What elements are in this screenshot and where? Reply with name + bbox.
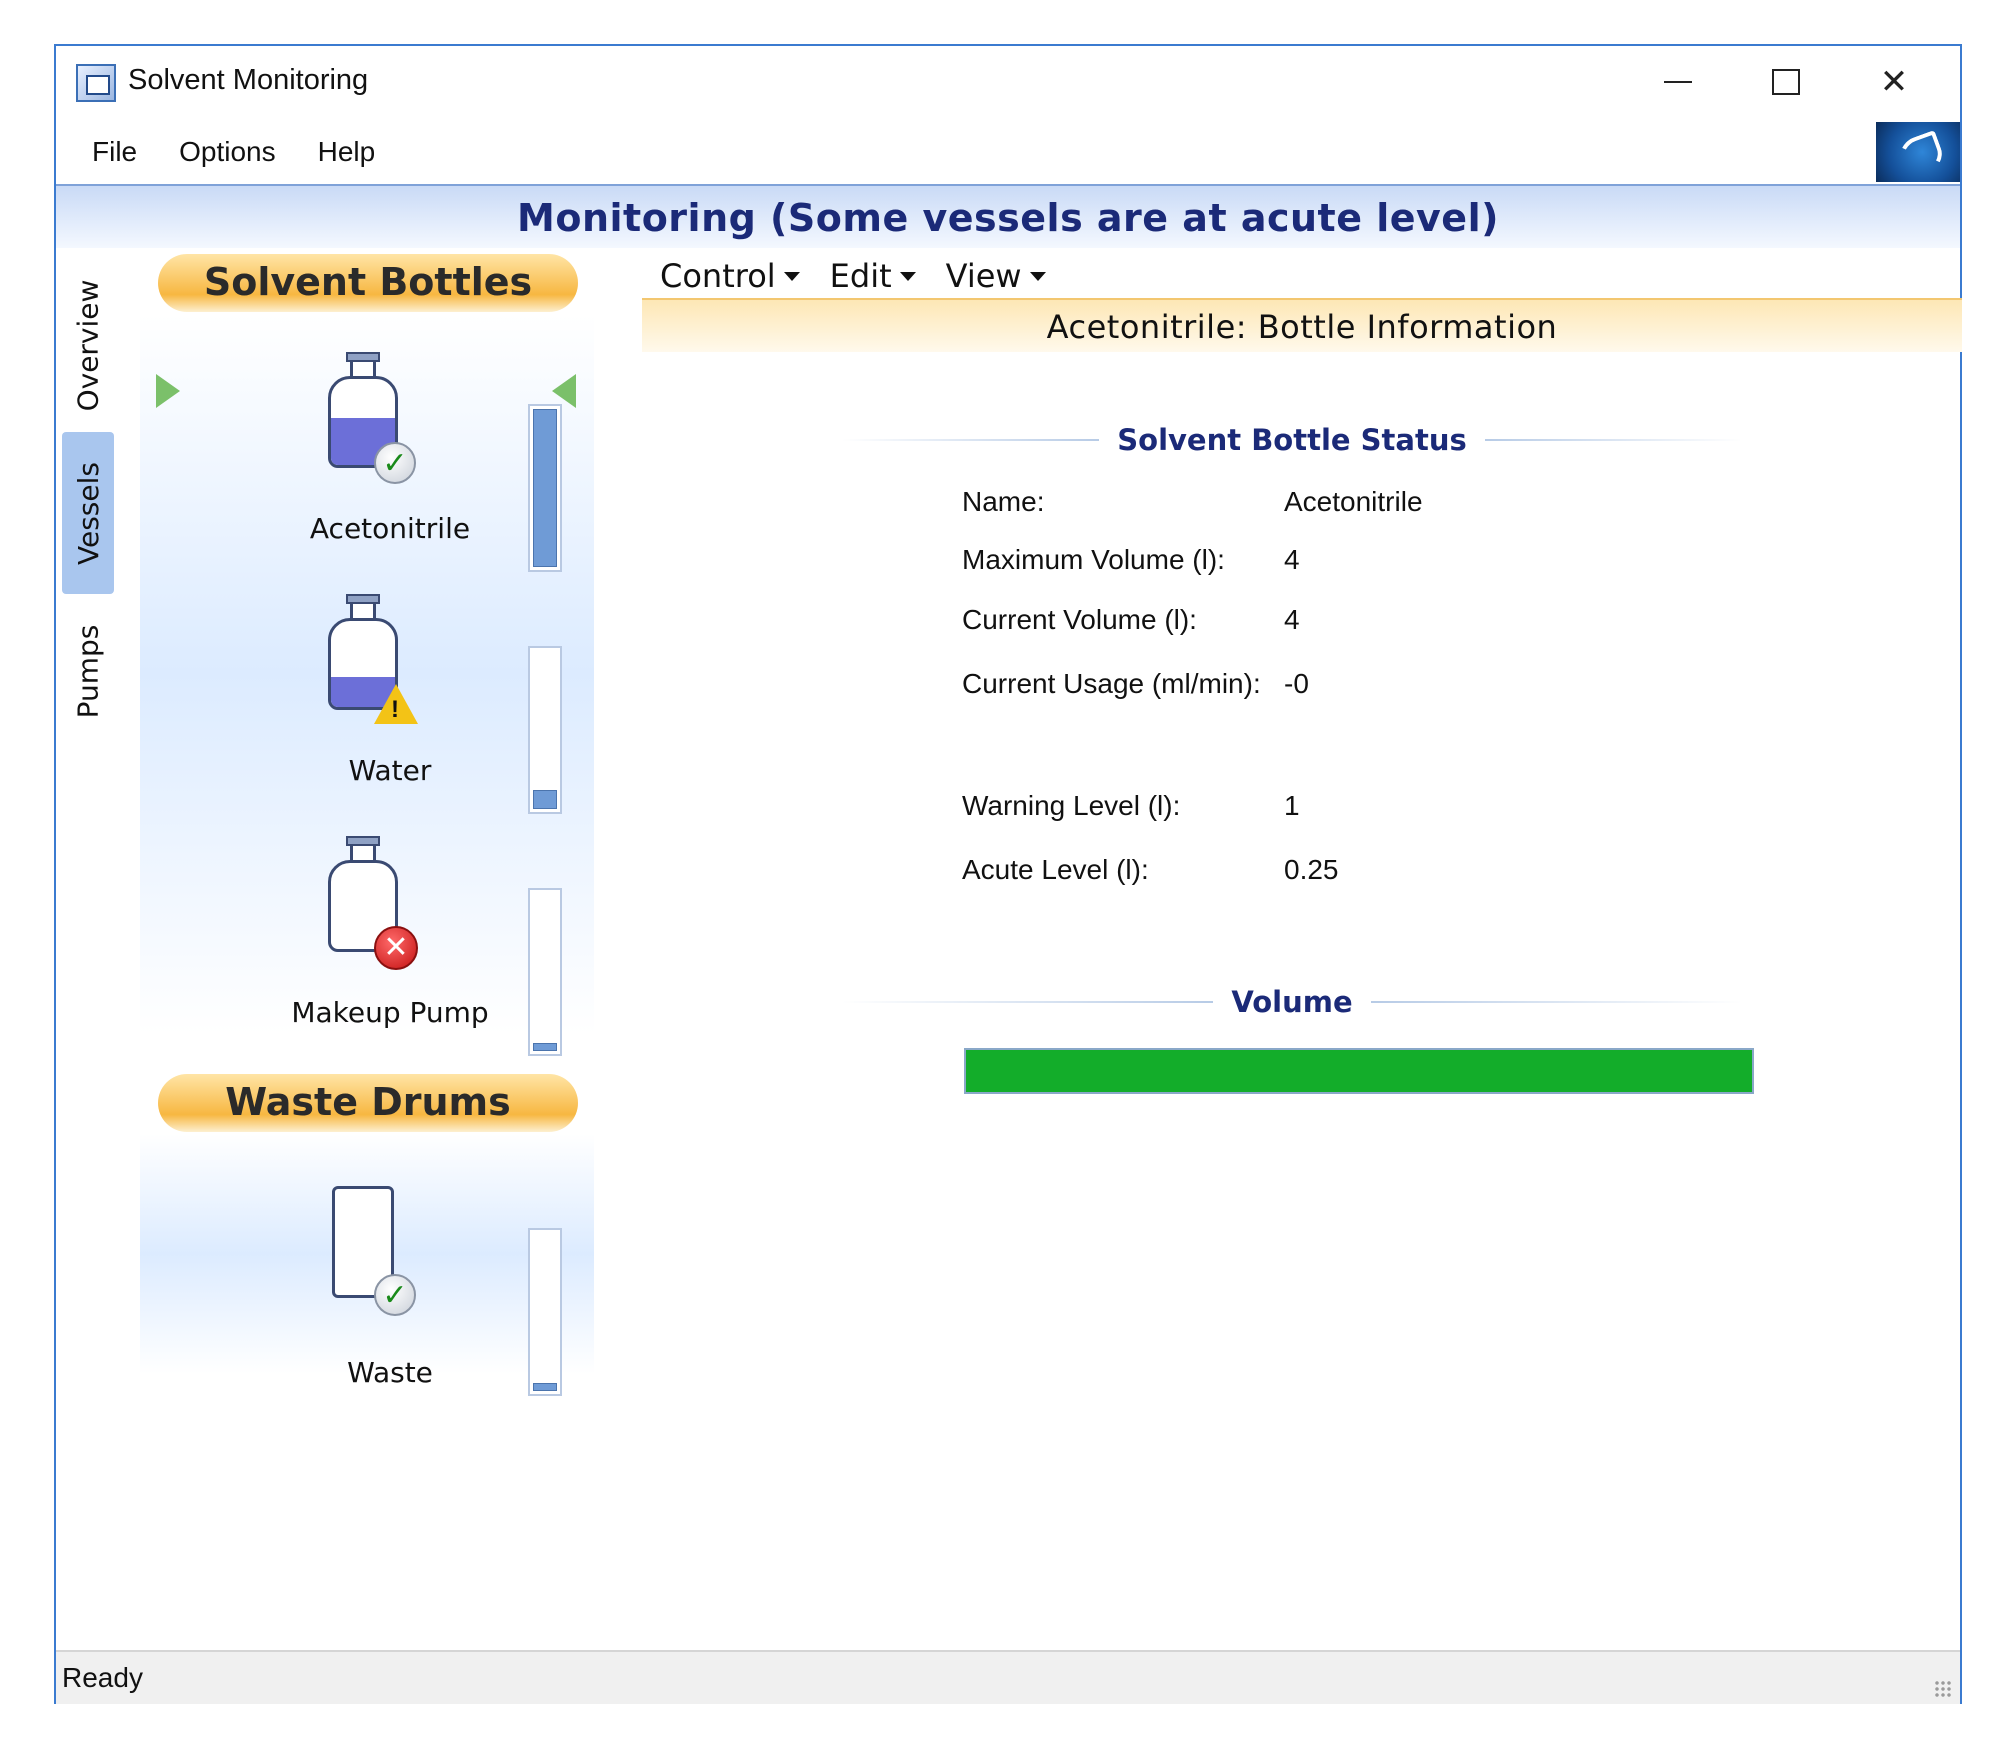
menu-bar: File Options Help [56, 122, 1960, 182]
vessel-acetonitrile[interactable]: ✓ Acetonitrile [290, 352, 490, 552]
vessel-label: Makeup Pump [291, 996, 489, 1029]
level-fill [533, 1383, 557, 1391]
level-bar-waste [528, 1228, 562, 1396]
menu-file[interactable]: File [74, 130, 155, 174]
field-name-label: Name: [962, 486, 1045, 517]
control-menu-label: Control [660, 257, 776, 295]
status-bar: Ready [56, 1650, 1960, 1704]
window-title: Solvent Monitoring [128, 64, 369, 96]
vessel-label: Water [348, 754, 432, 787]
resize-grip-icon[interactable] [1934, 1680, 1952, 1698]
scroll-right-arrow-icon[interactable] [156, 374, 180, 408]
minimize-button[interactable] [1648, 54, 1708, 110]
level-bar-water [528, 646, 562, 814]
maximize-button[interactable] [1756, 54, 1816, 110]
tab-overview[interactable]: Overview [62, 260, 114, 430]
main-window: Solvent Monitoring ✕ File Options Help M… [54, 44, 1962, 1704]
status-group-label: Solvent Bottle Status [1117, 423, 1467, 457]
waste-drums-header: Waste Drums [158, 1074, 578, 1132]
status-group-title: Solvent Bottle Status [842, 420, 1743, 460]
vendor-logo-icon [1876, 122, 1960, 182]
vessel-waste[interactable]: ✓ Waste [290, 1174, 490, 1389]
edit-menu-label: Edit [829, 257, 892, 295]
tab-pumps[interactable]: Pumps [62, 596, 114, 746]
field-warning-level-value: 1 [1284, 790, 1300, 821]
control-menu[interactable]: Control [660, 257, 800, 295]
field-warning-level-label: Warning Level (l): [962, 790, 1181, 821]
field-current-volume-label: Current Volume (l): [962, 604, 1197, 635]
level-bar-makeup-pump [528, 888, 562, 1056]
tab-vessels-label: Vessels [71, 461, 105, 565]
chevron-down-icon [1029, 271, 1046, 281]
level-fill [533, 1043, 557, 1051]
bottle-info-header: Acetonitrile: Bottle Information [642, 298, 1962, 352]
tab-overview-label: Overview [71, 279, 105, 411]
level-fill [533, 409, 557, 567]
volume-progress-bar [964, 1048, 1754, 1094]
ok-check-icon: ✓ [374, 442, 416, 484]
tab-pumps-label: Pumps [71, 624, 105, 718]
field-current-usage-value: -0 [1284, 668, 1309, 699]
edit-menu[interactable]: Edit [830, 257, 916, 295]
detail-panel: Control Edit View Acetonitrile: Bottle I… [642, 248, 1962, 1478]
app-icon [76, 64, 116, 102]
volume-progress-fill [966, 1050, 1752, 1092]
close-button[interactable]: ✕ [1864, 54, 1924, 110]
status-text: Ready [62, 1662, 143, 1693]
volume-group-label: Volume [1231, 985, 1353, 1019]
volume-group-title: Volume [842, 982, 1743, 1022]
vessel-panel: Solvent Bottles ✓ Acetonitrile ! Water ✕… [140, 254, 594, 1454]
title-bar: Solvent Monitoring ✕ [56, 46, 1960, 118]
vessel-label: Waste [347, 1356, 433, 1389]
scroll-left-arrow-icon[interactable] [552, 374, 576, 408]
error-x-icon: ✕ [374, 926, 418, 970]
field-max-volume-value: 4 [1284, 544, 1300, 575]
menu-options[interactable]: Options [161, 130, 294, 174]
tab-vessels[interactable]: Vessels [62, 432, 114, 594]
vessel-label: Acetonitrile [309, 512, 471, 545]
view-menu-label: View [945, 257, 1022, 295]
view-menu[interactable]: View [946, 257, 1046, 295]
field-acute-level-label: Acute Level (l): [962, 854, 1149, 885]
vessel-makeup-pump[interactable]: ✕ Makeup Pump [290, 836, 490, 1036]
solvent-bottles-header: Solvent Bottles [158, 254, 578, 312]
detail-toolbar: Control Edit View [642, 248, 1046, 304]
field-current-volume-value: 4 [1284, 604, 1300, 635]
vertical-tabs: Overview Vessels Pumps [62, 260, 118, 800]
level-fill [533, 790, 557, 809]
warning-icon: ! [374, 684, 418, 724]
monitoring-banner: Monitoring (Some vessels are at acute le… [56, 184, 1960, 248]
field-name-value: Acetonitrile [1284, 486, 1423, 517]
menu-help[interactable]: Help [300, 130, 394, 174]
field-current-usage-label: Current Usage (ml/min): [962, 668, 1261, 699]
chevron-down-icon [783, 271, 800, 281]
ok-check-icon: ✓ [374, 1274, 416, 1316]
field-acute-level-value: 0.25 [1284, 854, 1339, 885]
level-bar-acetonitrile [528, 404, 562, 572]
field-max-volume-label: Maximum Volume (l): [962, 544, 1225, 575]
chevron-down-icon [899, 271, 916, 281]
vessel-water[interactable]: ! Water [290, 594, 490, 794]
